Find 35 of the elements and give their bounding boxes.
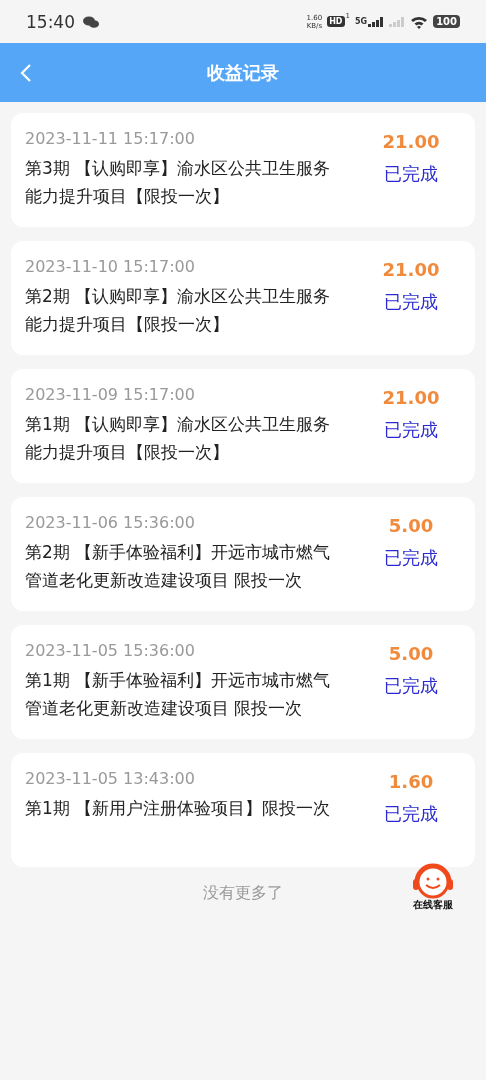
record-status: 已完成 [384,802,438,826]
status-time: 15:40 [26,11,75,32]
record-title: 第1期 【新手体验福利】开远市城市燃气管道老化更新改造建设项目 限投一次 [25,669,332,720]
record-date: 2023-11-05 15:36:00 [25,641,196,660]
record-status: 已完成 [384,546,438,570]
record-title: 第1期 【认购即享】渝水区公共卫生服务能力提升项目【限投一次】 [25,413,332,464]
record-title: 第2期 【新手体验福利】开远市城市燃气管道老化更新改造建设项目 限投一次 [25,541,332,592]
support-button[interactable]: 在线客服 [408,862,458,912]
record-amount: 21.00 [382,131,440,152]
record-amount: 5.00 [388,643,434,664]
signal-icon [368,16,385,27]
back-icon[interactable] [20,63,32,83]
record-date: 2023-11-09 15:17:00 [25,385,196,404]
record-date: 2023-11-11 15:17:00 [25,129,196,148]
record-title: 第2期 【认购即享】渝水区公共卫生服务能力提升项目【限投一次】 [25,285,332,336]
record-status: 已完成 [384,290,438,314]
record-status: 已完成 [384,674,438,698]
signal-icon [389,16,406,27]
battery-indicator: 100 [433,15,460,28]
record-amount: 5.00 [388,515,434,536]
record-date: 2023-11-06 15:36:00 [25,513,196,532]
record-date: 2023-11-05 13:43:00 [25,769,196,788]
hd-badge: HD [327,16,345,27]
network-type: 5G [355,17,368,26]
record-amount: 1.60 [388,771,434,792]
record-status: 已完成 [384,418,438,442]
record-date: 2023-11-10 15:17:00 [25,257,196,276]
end-of-list-text: 没有更多了 [203,883,283,904]
record-amount: 21.00 [382,259,440,280]
record-title: 第1期 【新用户注册体验项目】限投一次 [25,797,332,820]
record-title: 第3期 【认购即享】渝水区公共卫生服务能力提升项目【限投一次】 [25,157,332,208]
record-status: 已完成 [384,162,438,186]
record-amount: 21.00 [382,387,440,408]
page-title: 收益记录 [207,60,279,85]
wifi-icon [410,14,429,29]
